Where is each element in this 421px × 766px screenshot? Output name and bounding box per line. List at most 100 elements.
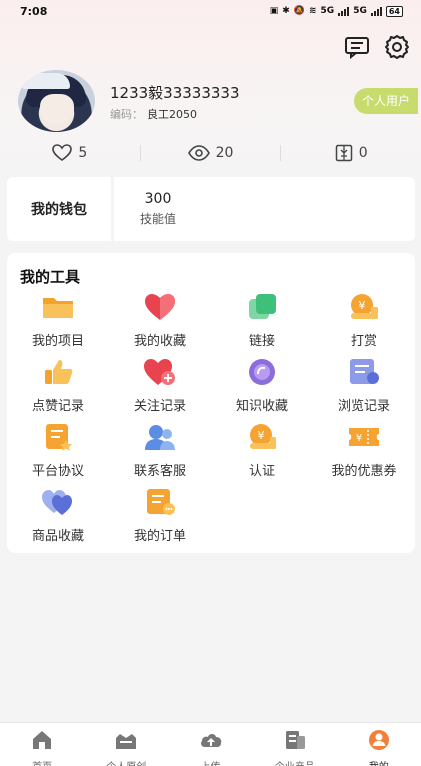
- status-icons: ▣ ✱ 🔕 ≋ 5G 5G 64: [269, 5, 403, 17]
- status-bar: 7:08 ▣ ✱ 🔕 ≋ 5G 5G 64: [0, 0, 421, 22]
- views-count: 20: [215, 145, 234, 161]
- likes-stat[interactable]: 5: [0, 144, 140, 162]
- tab-original[interactable]: 个人原创: [84, 723, 168, 766]
- tool-my-coupons[interactable]: ¥ 我的优惠券: [313, 423, 415, 483]
- tool-label: 链接: [248, 334, 275, 349]
- tool-label: 浏览记录: [337, 399, 390, 414]
- tool-label: 我的优惠券: [331, 464, 397, 479]
- skill-value-stat[interactable]: 300 技能值: [140, 191, 176, 227]
- tab-label: 企业产品: [253, 758, 337, 766]
- profile-section: 1233毅33333333 编码： 良工2050 个人用户: [18, 70, 418, 132]
- tab-label: 首页: [0, 758, 84, 766]
- views-stat[interactable]: 20: [141, 145, 281, 161]
- message-button[interactable]: [343, 33, 371, 61]
- network-label-b: 5G: [353, 6, 367, 16]
- tab-label: 上传: [168, 758, 252, 766]
- tools-title: 我的工具: [20, 268, 81, 286]
- link-icon: [249, 294, 276, 319]
- heart-icon: [145, 294, 175, 320]
- header-actions: [343, 33, 411, 61]
- tool-my-favorites[interactable]: 我的收藏: [109, 293, 211, 353]
- docs-stat[interactable]: 0: [281, 144, 421, 162]
- status-time: 7:08: [20, 4, 48, 18]
- tool-follow-history[interactable]: 关注记录: [109, 358, 211, 418]
- document-icon: [335, 144, 352, 162]
- user-code-value: 良工2050: [147, 108, 197, 121]
- coupon-icon: ¥: [349, 428, 379, 446]
- product-favorite-icon: [42, 490, 72, 515]
- tool-label: 知识收藏: [235, 399, 288, 414]
- tab-upload[interactable]: 上传: [168, 723, 252, 766]
- tool-link[interactable]: 链接: [211, 293, 313, 353]
- battery-icon: 64: [385, 5, 403, 17]
- user-code: 编码： 良工2050: [110, 106, 197, 122]
- tool-customer-service[interactable]: 联系客服: [109, 423, 211, 483]
- svg-text:¥: ¥: [356, 433, 362, 444]
- tab-mine[interactable]: 我的: [337, 723, 421, 766]
- user-type-badge[interactable]: 个人用户: [353, 88, 418, 114]
- nfc-icon: ▣: [269, 6, 279, 16]
- certification-icon: ¥: [250, 424, 276, 449]
- tool-label: 我的订单: [133, 529, 186, 544]
- signal-icon: [338, 6, 350, 16]
- wallet-card: 我的钱包 300 技能值: [7, 177, 415, 241]
- tool-label: 打赏: [350, 334, 377, 349]
- tool-label: 点赞记录: [31, 399, 84, 414]
- tool-label: 商品收藏: [31, 529, 84, 544]
- tool-my-orders[interactable]: 我的订单: [109, 488, 211, 548]
- divider: [111, 177, 114, 241]
- stats-row: 5 20 0: [0, 142, 421, 164]
- customer-service-icon: [145, 425, 175, 450]
- tools-card: 我的工具 我的项目 我的收藏 链接 ¥ 打赏 点赞记录 关注记录 知识收藏 浏览…: [7, 253, 415, 553]
- reward-icon: ¥: [351, 294, 378, 319]
- home-icon: [33, 731, 52, 749]
- tool-knowledge-favorites[interactable]: 知识收藏: [211, 358, 313, 418]
- tab-enterprise[interactable]: 企业产品: [253, 723, 337, 766]
- gear-icon: [385, 35, 409, 59]
- tool-label: 我的收藏: [133, 334, 186, 349]
- skill-label: 技能值: [140, 212, 177, 226]
- tool-platform-agreement[interactable]: 平台协议: [7, 423, 109, 483]
- heart-outline-icon: [52, 144, 73, 161]
- folder-icon: [43, 298, 73, 318]
- user-code-label: 编码：: [110, 108, 143, 121]
- svg-text:¥: ¥: [359, 299, 366, 312]
- agreement-icon: [46, 424, 72, 451]
- bluetooth-icon: ✱: [282, 6, 290, 16]
- tool-my-projects[interactable]: 我的项目: [7, 293, 109, 353]
- tab-home[interactable]: 首页: [0, 723, 84, 766]
- thumbs-up-icon: [45, 360, 73, 384]
- profile-icon: [368, 730, 389, 750]
- signal-icon-2: [370, 6, 382, 16]
- order-icon: [147, 489, 175, 515]
- tab-label: 我的: [337, 758, 421, 766]
- tab-label: 个人原创: [84, 758, 168, 766]
- upload-icon: [200, 734, 221, 747]
- tool-label: 联系客服: [133, 464, 186, 479]
- enterprise-icon: [285, 731, 305, 749]
- knowledge-icon: [249, 359, 275, 385]
- original-icon: [116, 734, 137, 749]
- tool-label: 我的项目: [31, 334, 84, 349]
- network-label-a: 5G: [320, 6, 335, 16]
- svg-text:¥: ¥: [258, 429, 265, 442]
- skill-value: 300: [144, 191, 172, 207]
- tool-like-history[interactable]: 点赞记录: [7, 358, 109, 418]
- tool-browse-history[interactable]: 浏览记录: [313, 358, 415, 418]
- avatar[interactable]: [18, 70, 95, 132]
- docs-count: 0: [358, 145, 368, 161]
- likes-count: 5: [78, 145, 88, 161]
- tool-reward[interactable]: ¥ 打赏: [313, 293, 415, 353]
- follow-heart-icon: [144, 359, 175, 385]
- tool-product-favorites[interactable]: 商品收藏: [7, 488, 109, 548]
- tool-label: 关注记录: [133, 399, 186, 414]
- browse-history-icon: [350, 359, 379, 384]
- tool-label: 平台协议: [31, 464, 84, 479]
- settings-button[interactable]: [383, 33, 411, 61]
- eye-icon: [187, 145, 210, 161]
- wifi-icon: ≋: [309, 6, 317, 16]
- tool-label: 认证: [248, 464, 275, 479]
- username: 1233毅33333333: [110, 84, 240, 102]
- wallet-title[interactable]: 我的钱包: [7, 199, 111, 219]
- tool-certification[interactable]: ¥ 认证: [211, 423, 313, 483]
